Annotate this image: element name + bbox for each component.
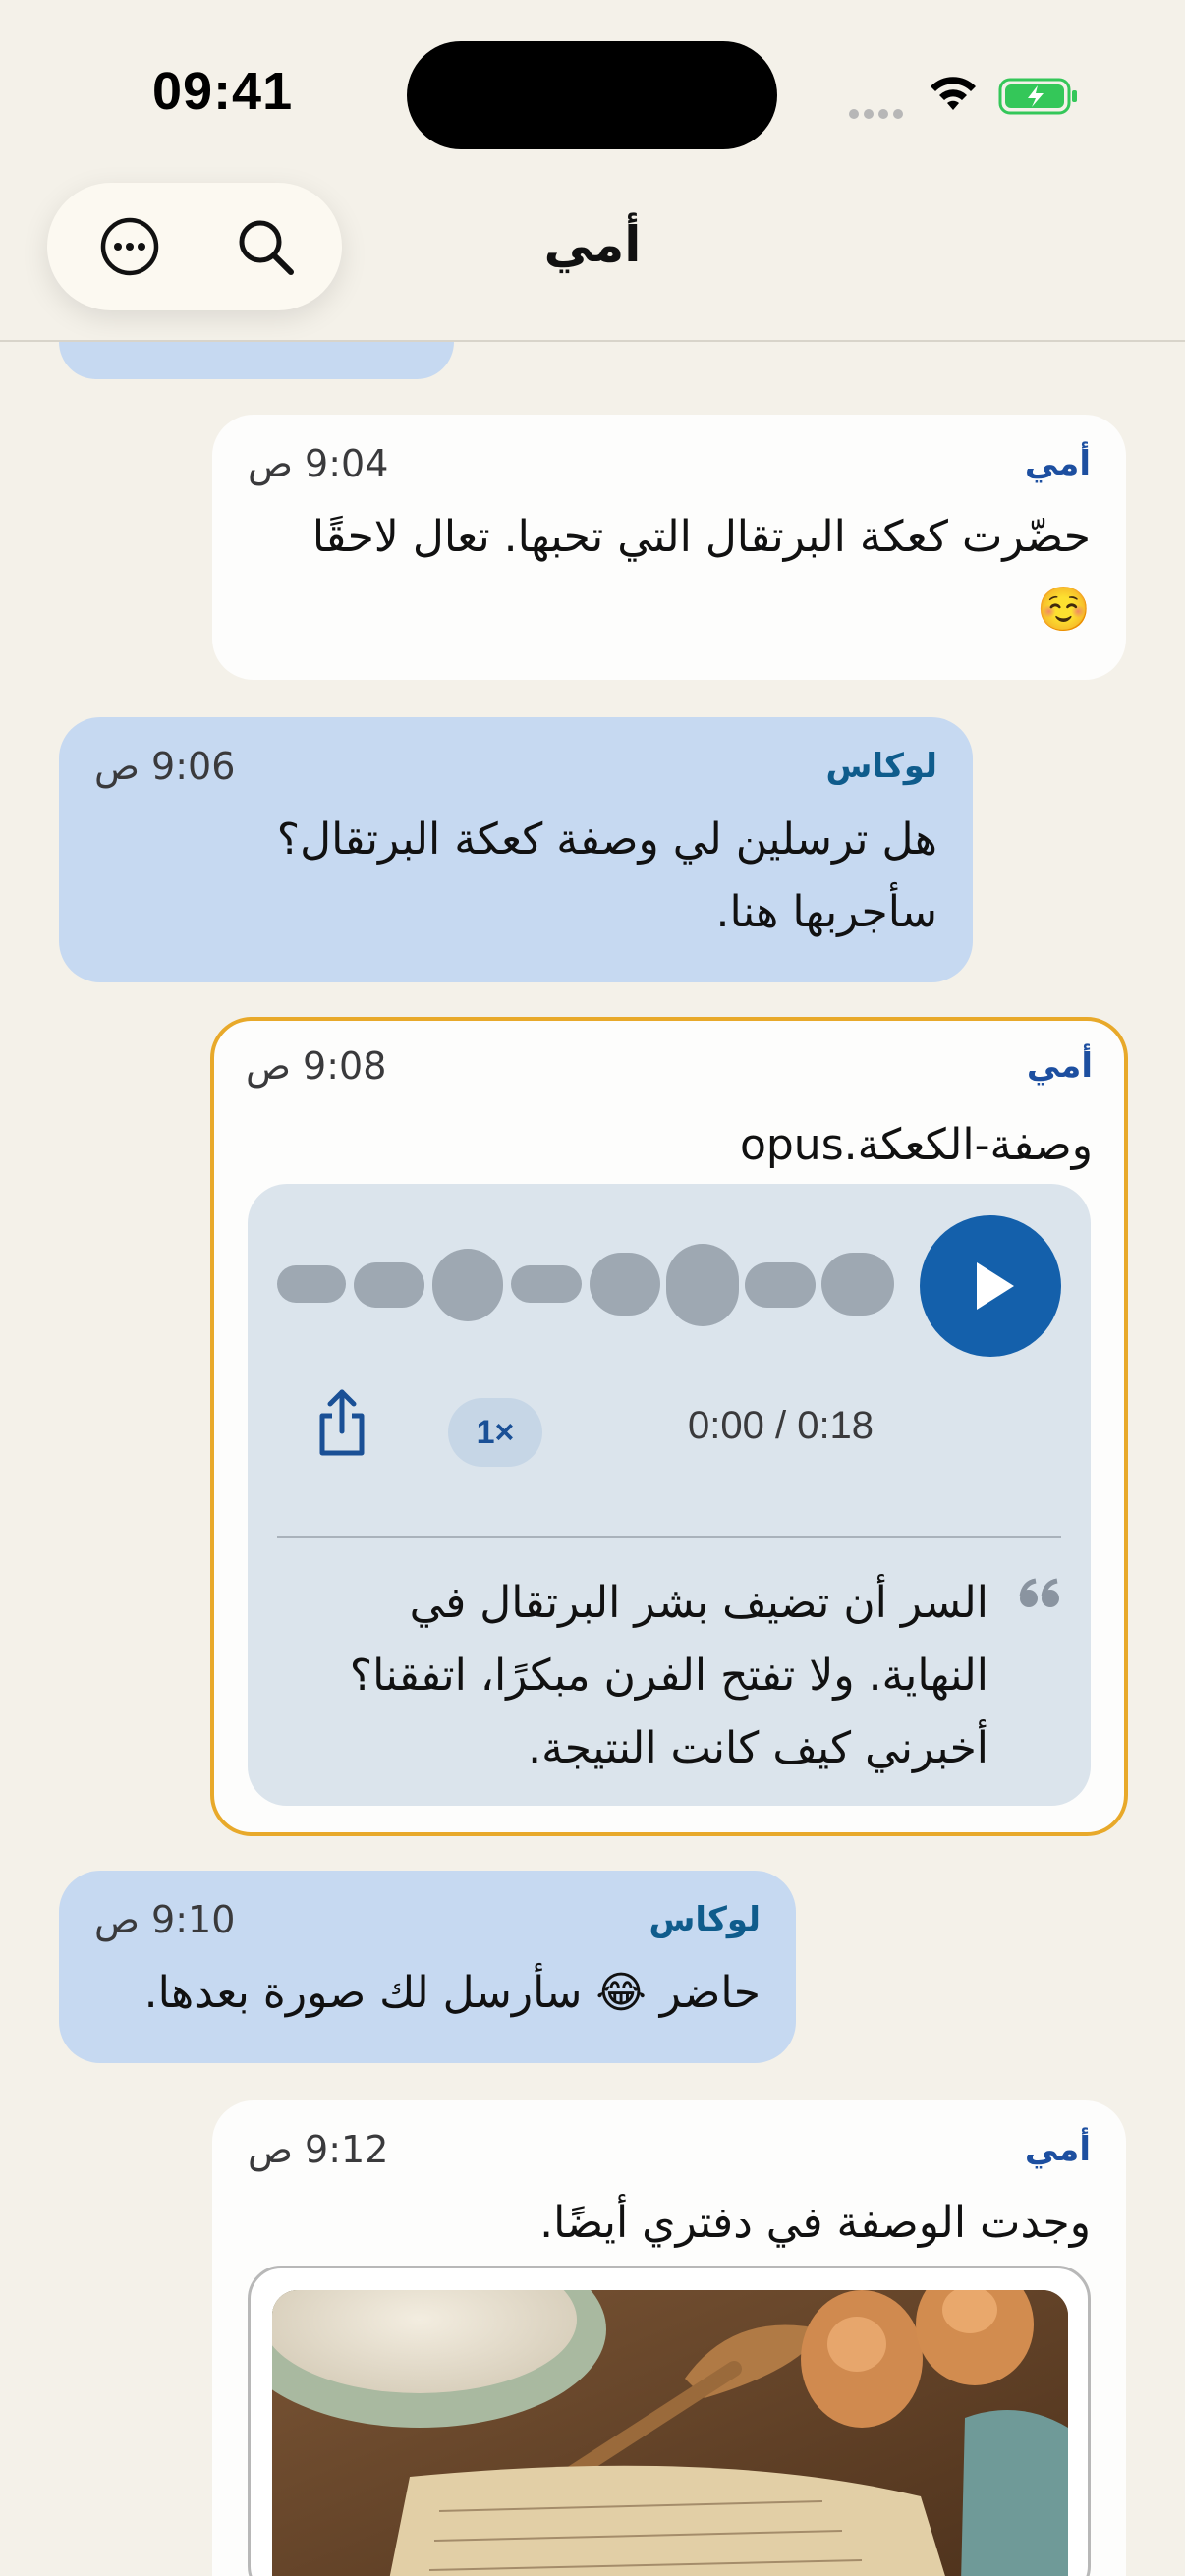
message-time: 9:06 ص <box>94 745 236 788</box>
playback-speed-button[interactable]: 1× <box>448 1398 542 1467</box>
sender-name: أمي <box>1024 2130 1091 2169</box>
waveform-bar <box>511 1265 582 1303</box>
previous-message-bubble-tail <box>59 342 454 379</box>
message-bubble-outgoing[interactable]: لوكاس 9:06 ص هل ترسلين لي وصفة كعكة البر… <box>59 717 973 982</box>
sender-name: أمي <box>1024 444 1091 483</box>
message-line: سأجربها هنا. <box>715 887 937 937</box>
waveform-bar <box>354 1262 424 1308</box>
share-icon[interactable] <box>314 1388 369 1459</box>
waveform-bar <box>277 1265 346 1303</box>
transcript-line: السر أن تضيف بشر البرتقال في <box>409 1578 988 1628</box>
waveform-bar <box>590 1253 660 1316</box>
waveform-bar <box>821 1253 894 1316</box>
transcript-line: النهاية. ولا تفتح الفرن مبكرًا، اتفقنا؟ <box>349 1651 988 1701</box>
message-text: وجدت الوصفة في دفتري أيضًا. <box>539 2198 1091 2248</box>
attachment-filename: وصفة-الكعكة.opus <box>739 1120 1093 1170</box>
message-bubble-outgoing[interactable]: لوكاس 9:10 ص حاضر 😂 سأرسل لك صورة بعدها. <box>59 1871 796 2063</box>
cellular-signal-icon <box>849 104 908 119</box>
voice-player: 1× 0:00 / 0:18 السر أن تضيف بشر البرتقال… <box>248 1184 1091 1806</box>
search-icon[interactable] <box>234 215 297 278</box>
sender-name: لوكاس <box>649 1900 761 1939</box>
status-time-overlay: 09:41 <box>152 62 294 121</box>
ellipsis-circle-icon[interactable] <box>98 215 161 278</box>
image-attachment[interactable] <box>248 2266 1091 2576</box>
quote-icon <box>1019 1578 1059 1607</box>
playback-time: 0:00 / 0:18 <box>688 1404 875 1447</box>
message-time: 9:10 ص <box>94 1898 236 1941</box>
divider <box>277 1536 1061 1538</box>
message-line: حضّرت كعكة البرتقال التي تحبها. تعال لاح… <box>311 512 1091 562</box>
waveform-bar <box>432 1249 503 1321</box>
wifi-icon <box>931 77 976 110</box>
message-text: حاضر 😂 سأرسل لك صورة بعدها. <box>143 1968 761 2018</box>
message-time: 9:12 ص <box>248 2128 389 2171</box>
waveform-bar <box>745 1262 816 1308</box>
dynamic-island-overlay <box>407 41 777 149</box>
transcript-line: أخبرني كيف كانت النتيجة. <box>528 1723 988 1773</box>
message-time: 9:04 ص <box>248 442 389 485</box>
sender-name: لوكاس <box>825 747 937 786</box>
message-time: 9:08 ص <box>246 1044 387 1088</box>
message-text: هل ترسلين لي وصفة كعكة البرتقال؟ سأجربها… <box>277 804 937 949</box>
header-actions-overlay <box>47 183 342 310</box>
recipe-photo <box>272 2290 1068 2576</box>
message-bubble-incoming[interactable]: أمي 9:04 ص حضّرت كعكة البرتقال التي تحبه… <box>212 415 1126 680</box>
message-line: هل ترسلين لي وصفة كعكة البرتقال؟ <box>276 814 937 865</box>
message-text: حضّرت كعكة البرتقال التي تحبها. تعال لاح… <box>312 501 1091 646</box>
battery-icon <box>998 78 1077 115</box>
play-icon[interactable] <box>920 1215 1061 1357</box>
voice-transcript: السر أن تضيف بشر البرتقال في النهاية. ول… <box>350 1567 988 1785</box>
waveform-bar <box>666 1244 739 1326</box>
sender-name: أمي <box>1026 1046 1093 1086</box>
message-emoji: ☺️ <box>1037 585 1091 635</box>
